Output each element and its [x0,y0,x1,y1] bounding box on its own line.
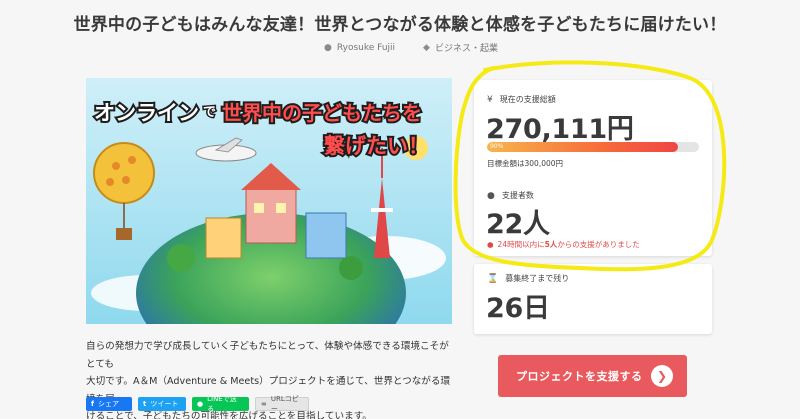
category-link[interactable]: ビジネス・起業 [435,41,498,54]
hero-text-line1b: で [203,105,216,120]
facebook-icon: f [91,400,95,408]
hourglass-icon: ⌛ [487,273,499,284]
funding-progress-fill [487,142,678,152]
hero-text-line1a: オンライン [94,101,199,125]
supporters-label: 支援者数 [501,191,534,200]
people-icon: ● [487,240,494,249]
page-title: 世界中の子どもはみんな友達！世界とつながる体験と体感を子どもたちに届けたい！ [73,15,727,35]
recent-support-notice: ● 24時間以内に 5人 からの支援がありました [487,239,640,250]
copy-url-button[interactable]: ∞ URLコピー [255,395,309,413]
person-icon: ● [487,190,495,201]
remaining-days-card: ⌛ 募集終了まで残り 26日 [474,264,712,334]
description-line: 自らの発想力で学び成長していく子どもたちにとって、体験や体感できる環境こそがとて… [86,341,449,370]
amount-label: 現在の支援総額 [499,95,556,104]
line-share-button[interactable]: ● LINEで送る [192,395,249,413]
user-icon: ● [324,42,332,53]
author-name[interactable]: Ryosuke Fujii [337,43,395,53]
goal-amount: 目標金額は300,000円 [487,159,564,168]
hero-text-line2: 繋げたい！ [324,134,429,158]
remaining-label-row: ⌛ 募集終了まで残り [487,273,569,284]
twitter-icon: t [143,400,147,408]
support-project-button[interactable]: プロジェクトを支援する ❯ [498,355,687,397]
twitter-share-button[interactable]: t ツイート [138,397,186,411]
project-hero-image: オンライン で 世界中の子どもたちを 繋げたい！ [86,78,452,324]
recent-count: 5人 [544,240,558,249]
amount-label-row: ¥ 現在の支援総額 [487,94,556,105]
funding-stats-card: ¥ 現在の支援総額 270,111円 90% 目標金額は300,000円 ● 支… [474,80,712,256]
share-buttons: f シェア t ツイート ● LINEで送る ∞ URLコピー [86,395,309,413]
support-project-label: プロジェクトを支援する [516,370,643,383]
recent-suffix: からの支援がありました [557,240,640,249]
project-meta: ● Ryosuke Fujii ◆ ビジネス・起業 [324,41,498,55]
facebook-share-label: シェア [98,400,120,408]
chevron-right-icon: ❯ [651,365,673,387]
twitter-share-label: ツイート [150,400,179,408]
funding-progress-percent: 90% [490,143,504,150]
supporters-value: 22人 [486,209,550,240]
supporters-label-row: ● 支援者数 [487,190,534,201]
funding-progress-bar: 90% [487,142,699,152]
yen-icon: ¥ [487,94,493,105]
copy-url-label: URLコピー [270,395,299,413]
tag-icon: ◆ [423,42,430,53]
hero-text-line1c: 世界中の子どもたちを [222,101,422,125]
remaining-value: 26日 [486,293,550,324]
recent-prefix: 24時間以内に [497,240,545,249]
amount-value: 270,111円 [486,114,634,145]
link-icon: ∞ [261,400,267,408]
line-icon: ● [197,400,204,408]
facebook-share-button[interactable]: f シェア [86,397,132,411]
line-share-label: LINEで送る [207,395,237,413]
remaining-label: 募集終了まで残り [505,274,570,283]
